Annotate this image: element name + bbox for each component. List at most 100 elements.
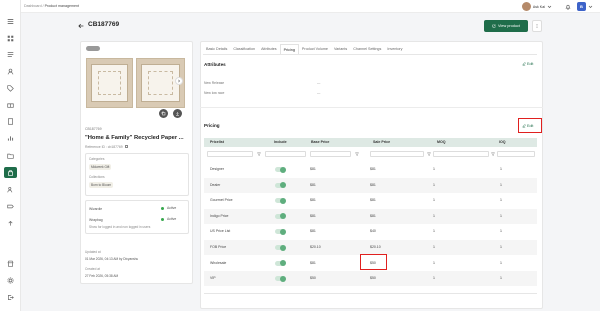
pricing-title: Pricing — [204, 123, 220, 128]
tab-bar: Basic Details Classification Attributes … — [203, 44, 406, 54]
cell-pricelist: Designer — [210, 167, 225, 171]
filter-icon[interactable] — [256, 151, 262, 157]
cell-sale-price: $81 — [370, 167, 376, 171]
breadcrumb-current: Product management — [44, 4, 79, 8]
folder-icon[interactable] — [6, 151, 15, 160]
avatar[interactable] — [521, 2, 531, 11]
filter-include-input[interactable] — [265, 151, 306, 157]
include-toggle[interactable] — [275, 244, 286, 251]
include-toggle[interactable] — [275, 228, 286, 235]
filter-base-price-input[interactable] — [310, 151, 351, 157]
gift-icon[interactable] — [6, 100, 15, 109]
copy-image-button[interactable] — [159, 109, 168, 118]
cell-sale-price: $40 — [370, 229, 376, 234]
cell-moq: 1 — [433, 167, 435, 171]
cell-ioq: 1 — [500, 229, 502, 234]
tab-variants[interactable]: Variants — [331, 44, 350, 54]
attribute-value: --- — [317, 81, 321, 85]
cell-pricelist: Gourmet Price — [210, 198, 233, 203]
created-label: Created at — [85, 267, 100, 271]
label-icon[interactable] — [6, 202, 15, 211]
sidebar — [0, 0, 21, 311]
filter-icon[interactable] — [426, 151, 432, 157]
view-product-button[interactable]: View product — [484, 20, 528, 32]
cell-base-price: $20.10 — [310, 245, 321, 249]
tab-classification[interactable]: Classification — [230, 44, 258, 54]
col-include: Include — [274, 140, 287, 144]
chart-icon[interactable] — [6, 134, 15, 143]
next-image-button[interactable] — [175, 77, 183, 85]
download-icon — [176, 112, 179, 116]
include-toggle[interactable] — [275, 182, 286, 189]
settings-icon[interactable] — [6, 276, 15, 285]
user-icon[interactable] — [6, 67, 15, 76]
cell-moq: 1 — [433, 260, 435, 265]
product-sku: CB187769 — [85, 127, 102, 131]
bell-icon[interactable] — [565, 4, 571, 10]
table-row: US Price List $81 $40 1 1 — [204, 224, 537, 239]
tab-pricing[interactable]: Pricing — [279, 44, 299, 54]
cell-base-price: $81 — [310, 198, 316, 203]
cell-moq: 1 — [433, 182, 435, 187]
product-icon[interactable] — [4, 167, 17, 178]
product-image-1[interactable] — [86, 58, 133, 108]
back-arrow-icon[interactable] — [78, 22, 85, 29]
download-image-button[interactable] — [173, 109, 182, 118]
cell-base-price: $81 — [310, 229, 316, 234]
include-toggle[interactable] — [275, 260, 286, 267]
cell-ioq: 1 — [500, 260, 502, 265]
include-toggle[interactable] — [275, 275, 286, 282]
tab-channel-settings[interactable]: Channel Settings — [350, 44, 384, 54]
tab-basic-details[interactable]: Basic Details — [203, 44, 230, 54]
copy-reference-icon[interactable] — [124, 145, 128, 148]
cell-moq: 1 — [433, 213, 435, 218]
filter-moq-input[interactable] — [433, 151, 489, 157]
table-row: Designer $81 $81 1 1 — [204, 162, 537, 177]
cell-moq: 1 — [433, 198, 435, 203]
cell-sale-price: $81 — [370, 182, 376, 187]
cell-base-price: $81 — [310, 260, 316, 265]
website-name: Wrapbag — [89, 218, 103, 222]
store-icon[interactable] — [6, 259, 15, 268]
col-sale-price: Sale Price — [373, 140, 391, 144]
updated-value: 01 Mar 2026, 04:13 AM by Divyanshu — [85, 257, 139, 261]
attributes-edit-button[interactable]: Edit — [522, 62, 533, 66]
user-name[interactable]: Ask Kai — [533, 5, 545, 9]
tab-inventory[interactable]: Inventory — [384, 44, 405, 54]
grid-icon[interactable] — [6, 34, 15, 43]
list-icon[interactable] — [6, 50, 15, 59]
tab-product-volume[interactable]: Product Volume — [299, 44, 331, 54]
filter-icon[interactable] — [354, 151, 360, 157]
filter-icon[interactable] — [490, 151, 496, 157]
more-options-button[interactable] — [532, 20, 542, 32]
filter-ioq-input[interactable] — [497, 151, 535, 157]
col-ioq: IOQ — [499, 140, 506, 144]
app-chevron-down-icon[interactable] — [588, 4, 594, 10]
include-toggle[interactable] — [275, 166, 286, 173]
table-row: VIP $50 $50 1 1 — [204, 271, 537, 287]
view-product-label: View product — [498, 24, 520, 28]
collections-label: Collections — [89, 175, 105, 179]
filter-pricelist-input[interactable] — [207, 151, 253, 157]
logout-icon[interactable] — [6, 293, 15, 302]
tag-icon[interactable] — [6, 84, 15, 93]
menu-icon[interactable] — [6, 17, 15, 26]
cell-base-price: $81 — [310, 167, 316, 171]
filter-sale-price-input[interactable] — [370, 151, 424, 157]
cell-moq: 1 — [433, 245, 435, 249]
breadcrumb-dashboard[interactable]: Dashboard — [24, 4, 42, 8]
include-toggle[interactable] — [275, 197, 286, 204]
people-icon[interactable] — [6, 185, 15, 194]
include-toggle[interactable] — [275, 213, 286, 220]
page-title: CB187769 — [88, 21, 120, 28]
upload-icon[interactable] — [6, 219, 15, 228]
website-status: Active — [167, 206, 177, 210]
chevron-down-icon[interactable] — [547, 4, 553, 10]
tab-divider — [203, 54, 537, 55]
app-switcher-button[interactable]: B — [577, 2, 586, 11]
tab-attributes[interactable]: Attributes — [258, 44, 280, 54]
document-icon[interactable] — [6, 117, 15, 126]
table-bottom-line — [204, 293, 537, 294]
guest-visibility-note: Show for logged in and non logged in use… — [89, 225, 151, 229]
copy-icon — [161, 111, 166, 116]
